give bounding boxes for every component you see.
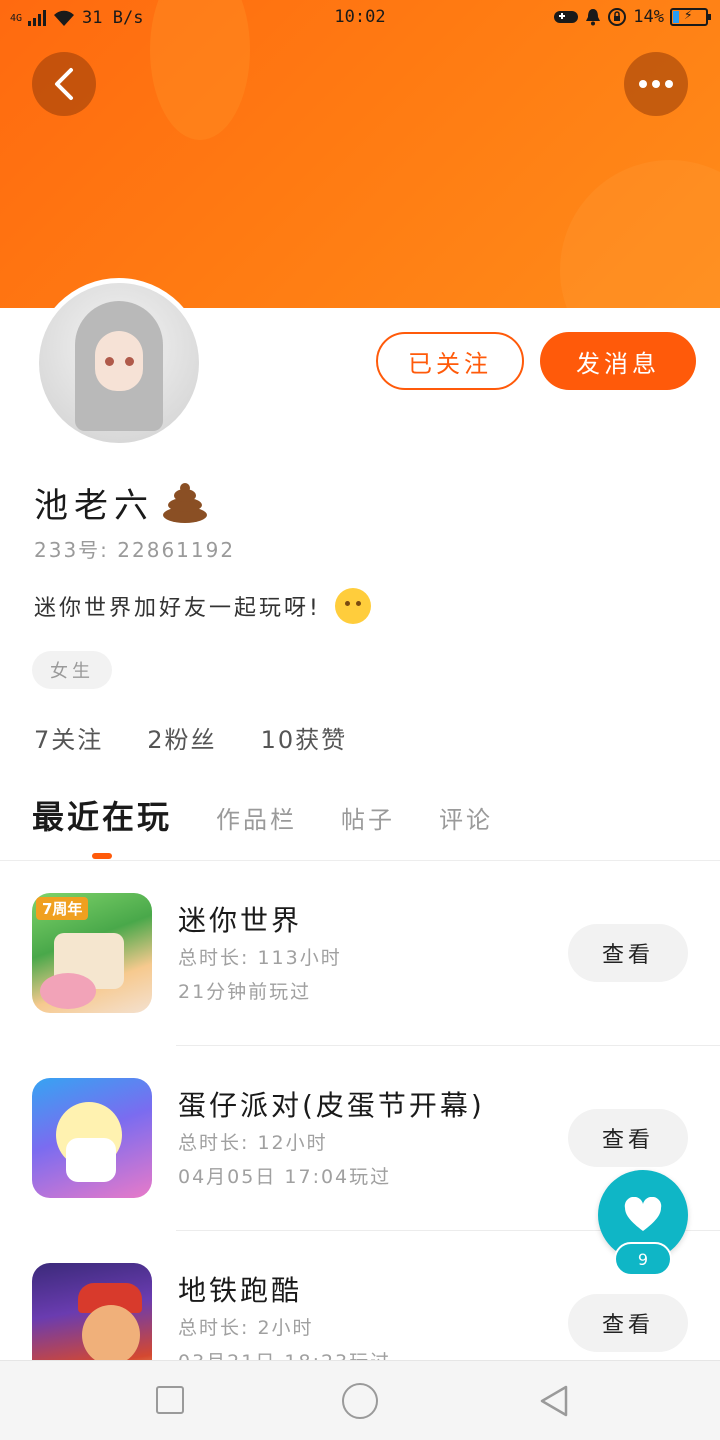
banner-decoration xyxy=(560,160,720,308)
hug-emoji-icon xyxy=(334,588,371,624)
more-options-button[interactable] xyxy=(624,52,688,116)
recent-apps-button[interactable] xyxy=(156,1386,184,1414)
view-button[interactable]: 查看 xyxy=(568,1294,688,1352)
battery-icon: ⚡ xyxy=(670,7,711,26)
back-triangle-icon[interactable] xyxy=(536,1383,572,1419)
back-button[interactable] xyxy=(32,52,96,116)
list-item[interactable]: 7周年 迷你世界 总时长: 113小时 21分钟前玩过 查看 xyxy=(0,861,720,1046)
anniversary-badge: 7周年 xyxy=(36,897,89,920)
profile-tabs: 最近在玩 作品栏 帖子 评论 xyxy=(32,792,493,838)
avatar-image xyxy=(39,283,199,443)
game-duration: 总时长: 12小时 xyxy=(178,1132,328,1154)
battery-percent: 14% xyxy=(633,7,664,27)
gamepad-icon xyxy=(554,11,579,23)
game-duration: 总时长: 113小时 xyxy=(178,947,342,969)
more-dots-icon xyxy=(639,80,673,88)
chevron-left-icon xyxy=(55,68,73,100)
heart-icon xyxy=(624,1197,662,1231)
notification-icon xyxy=(586,9,601,26)
game-last-played: 04月05日 17:04玩过 xyxy=(178,1166,392,1188)
tab-comments[interactable]: 评论 xyxy=(439,800,493,835)
view-button[interactable]: 查看 xyxy=(568,924,688,982)
user-id: 233号: 22861192 xyxy=(34,538,236,562)
profile-banner xyxy=(0,0,720,308)
game-last-played: 21分钟前玩过 xyxy=(178,981,312,1003)
profile-name: 池老六 xyxy=(34,486,154,526)
avatar[interactable] xyxy=(34,278,204,448)
profile-name-row: 池老六 xyxy=(34,478,208,527)
tab-active-indicator xyxy=(92,853,112,859)
game-thumbnail xyxy=(32,1078,152,1198)
game-title: 蛋仔派对(皮蛋节开幕) xyxy=(178,1089,485,1122)
send-message-button[interactable]: 发消息 xyxy=(540,332,696,390)
tab-posts[interactable]: 帖子 xyxy=(341,800,395,835)
game-thumbnail: 7周年 xyxy=(32,893,152,1013)
followers-count[interactable]: 2粉丝 xyxy=(147,720,216,755)
home-button[interactable] xyxy=(342,1383,378,1419)
gender-tag: 女生 xyxy=(32,651,112,689)
tab-works[interactable]: 作品栏 xyxy=(216,800,297,835)
bio-row: 迷你世界加好友一起玩呀! xyxy=(34,588,371,624)
profile-stats: 7关注 2粉丝 10获赞 xyxy=(34,720,347,755)
rotation-lock-icon xyxy=(608,8,627,26)
view-button[interactable]: 查看 xyxy=(568,1109,688,1167)
following-count[interactable]: 7关注 xyxy=(34,720,103,755)
tab-recent-played[interactable]: 最近在玩 xyxy=(32,792,172,838)
bio-text: 迷你世界加好友一起玩呀! xyxy=(34,596,321,621)
game-title: 迷你世界 xyxy=(178,904,303,937)
status-bar: 4G 31 B/s 10:02 14% ⚡ xyxy=(0,0,720,36)
game-duration: 总时长: 2小时 xyxy=(178,1317,314,1339)
like-count-badge: 9 xyxy=(614,1242,672,1276)
system-nav-bar xyxy=(0,1360,720,1440)
followed-button[interactable]: 已关注 xyxy=(376,332,524,390)
likes-count: 10获赞 xyxy=(260,726,348,754)
game-title: 地铁跑酷 xyxy=(178,1274,303,1307)
poop-emoji-icon xyxy=(162,481,208,525)
